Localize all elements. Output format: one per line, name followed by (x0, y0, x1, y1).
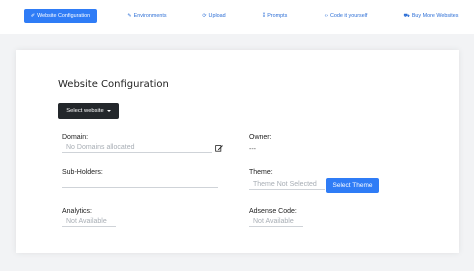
adsense-code-label: Adsense Code: (249, 208, 297, 215)
tab-label: Code it yourself (329, 13, 368, 19)
page-title: Website Configuration (58, 79, 169, 90)
tab-label: Prompts (267, 13, 288, 19)
tab-label: Buy More Websites (411, 13, 459, 19)
select-theme-button[interactable]: Select Theme (326, 178, 379, 193)
edit-icon: ✐ (30, 13, 36, 19)
tab-environments[interactable]: ✎ Environments (122, 9, 172, 23)
select-website-dropdown[interactable]: Select website (58, 103, 119, 119)
analytics-label: Analytics: (62, 208, 92, 215)
domain-value: No Domains allocated (62, 144, 212, 153)
tab-label: Upload (208, 13, 226, 19)
tab-upload[interactable]: ⟳ Upload (198, 9, 230, 23)
owner-label: Owner: (249, 134, 272, 141)
prompt-icon: ⁑ (262, 13, 266, 19)
top-nav: ✐ Website Configuration ✎ Environments ⟳… (0, 0, 474, 34)
tab-website-configuration[interactable]: ✐ Website Configuration (24, 9, 97, 23)
configuration-card: Website Configuration Select website Dom… (16, 50, 459, 253)
caret-down-icon (106, 110, 111, 112)
code-icon: ‹› (324, 13, 328, 19)
theme-label: Theme: (249, 169, 273, 176)
sub-holders-value (62, 179, 218, 188)
sub-holders-label: Sub-Holders: (62, 169, 103, 176)
pencil-icon: ✎ (127, 13, 132, 19)
truck-icon: ⛟ (403, 12, 410, 19)
tab-code-it-yourself[interactable]: ‹› Code it yourself (320, 9, 372, 23)
tab-label: Environments (133, 13, 167, 19)
edit-domain-icon[interactable] (215, 144, 223, 152)
owner-value: --- (249, 146, 256, 153)
theme-value: Theme Not Selected (249, 181, 325, 190)
adsense-code-value: Not Available (249, 218, 303, 227)
tab-label: Website Configuration (37, 13, 91, 19)
select-website-label: Select website (66, 108, 104, 114)
sync-icon: ⟳ (202, 13, 207, 19)
tab-prompts[interactable]: ⁑ Prompts (258, 9, 292, 23)
tab-buy-more-websites[interactable]: ⛟ Buy More Websites (400, 9, 462, 23)
domain-label: Domain: (62, 134, 89, 141)
analytics-value: Not Available (62, 218, 116, 227)
